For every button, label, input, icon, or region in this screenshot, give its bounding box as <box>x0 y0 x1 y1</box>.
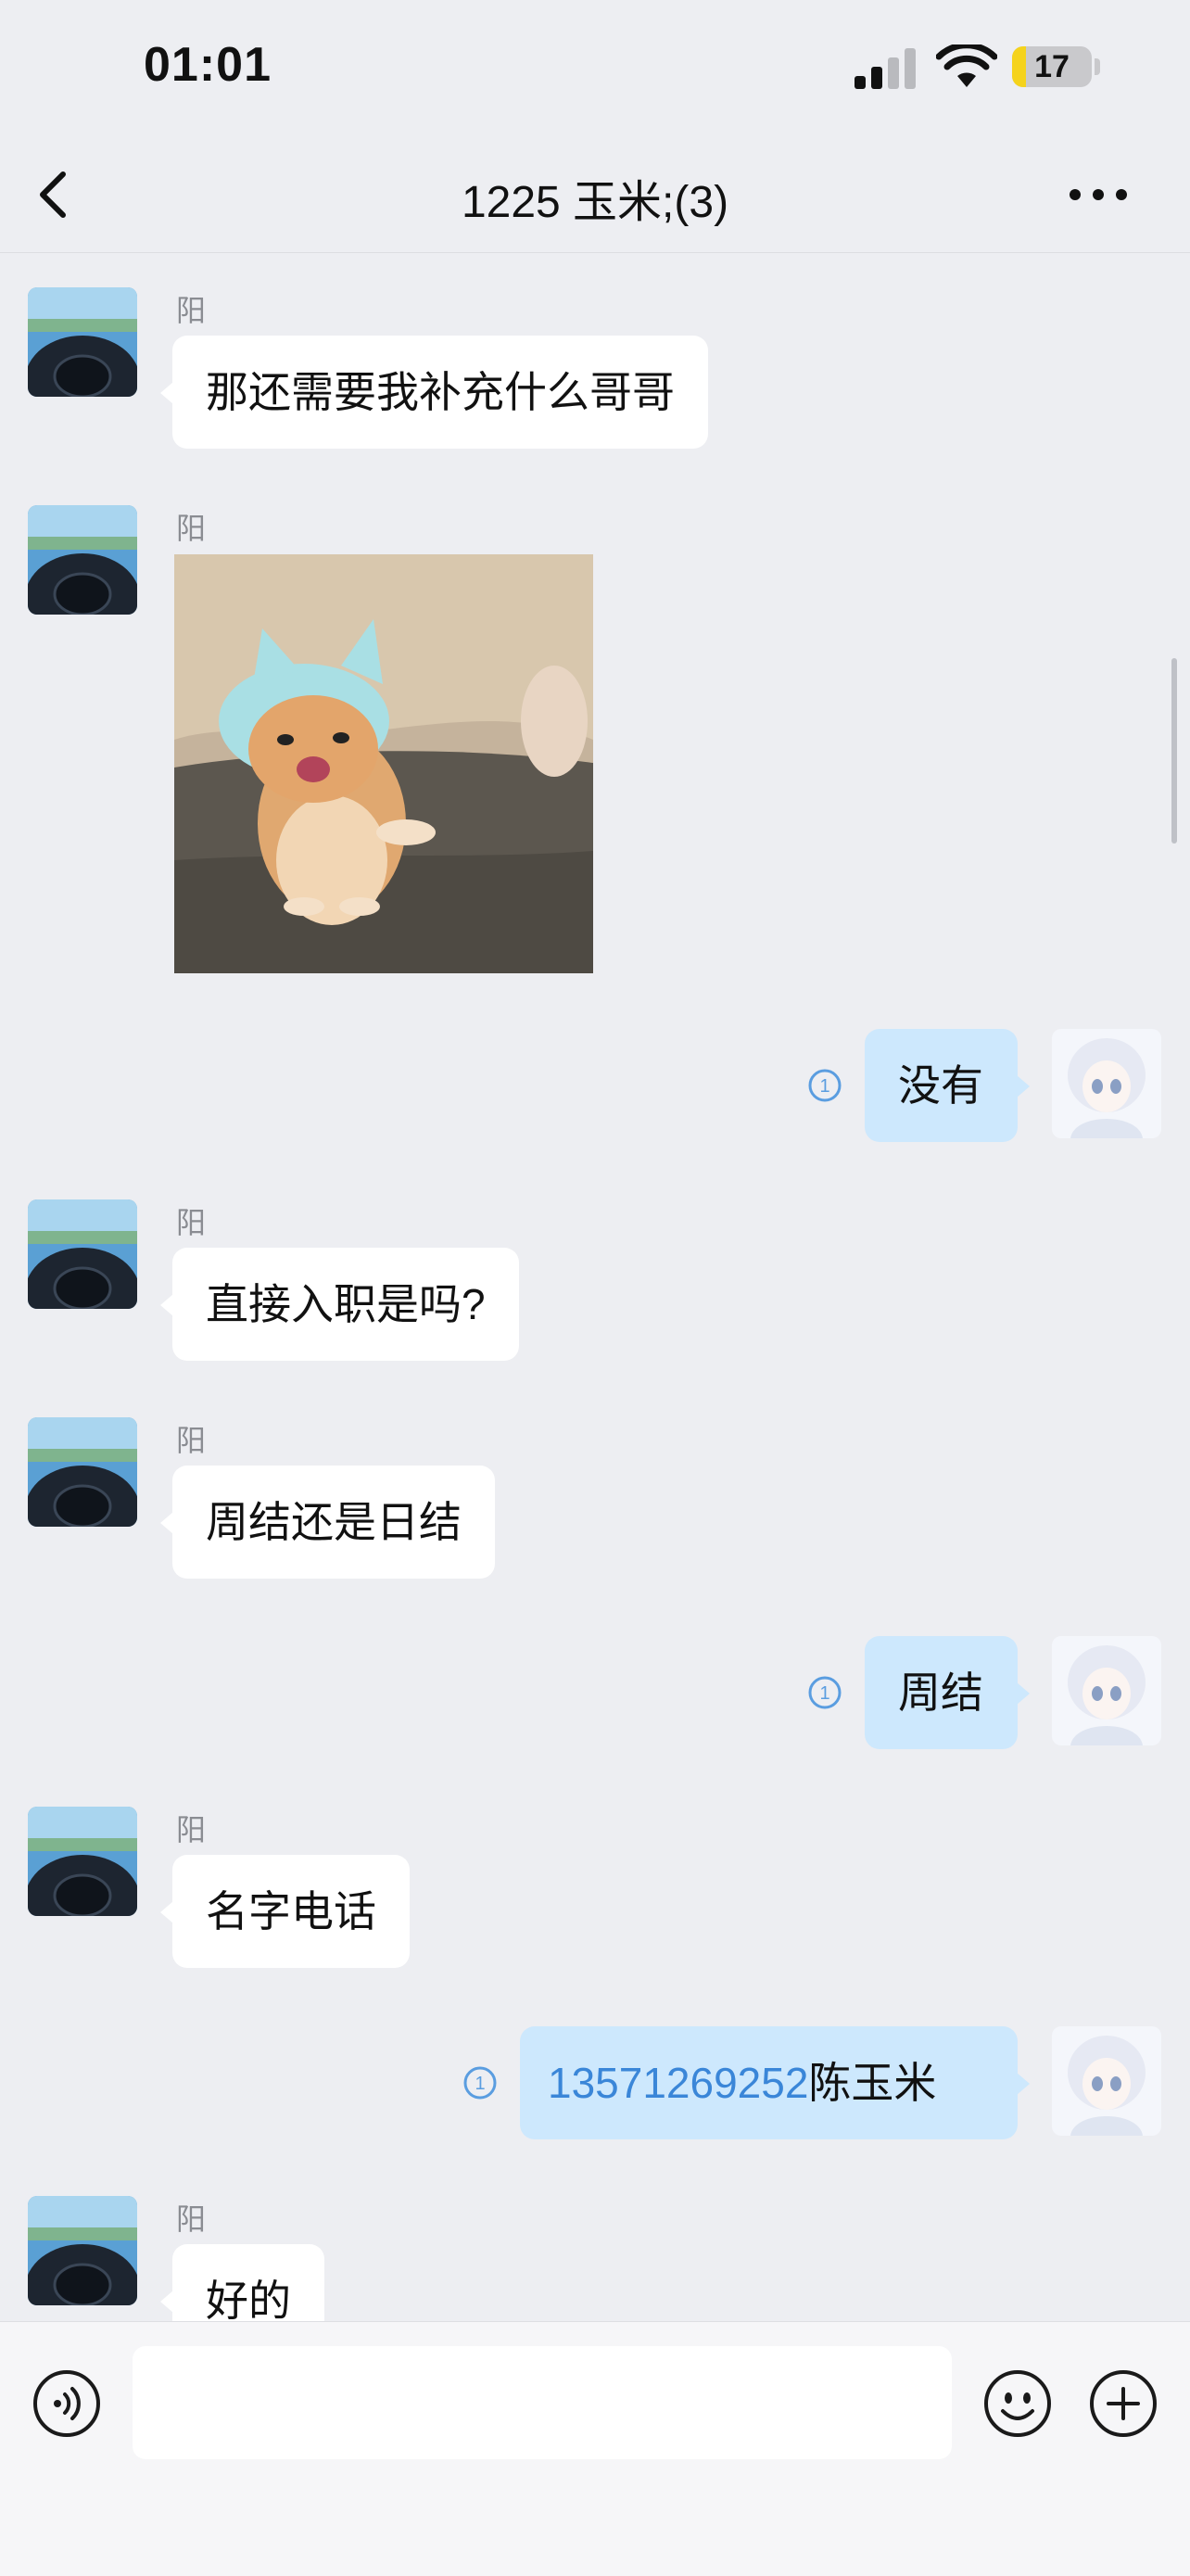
message-bubble[interactable]: 没有 <box>865 1029 1030 1142</box>
sender-name: 阳 <box>176 294 207 327</box>
message-bubble[interactable]: 直接入职是吗? <box>160 1248 519 1361</box>
battery-percent: 17 <box>1034 49 1070 84</box>
message-bubble[interactable]: 周结还是日结 <box>160 1466 495 1579</box>
sender-avatar[interactable] <box>28 1807 137 1916</box>
phone-link[interactable]: 13571269252 <box>548 2059 808 2107</box>
chat-title: 1225 玉米;(3) <box>461 178 729 227</box>
status-bar: 01:01 17 <box>0 0 1190 139</box>
read-count: 1 <box>819 1076 829 1097</box>
message-bubble[interactable]: 那还需要我补充什么哥哥 <box>160 336 708 449</box>
my-avatar[interactable] <box>1052 1636 1161 1745</box>
sender-avatar[interactable] <box>28 1417 137 1527</box>
input-bar <box>0 2321 1190 2576</box>
sender-avatar[interactable] <box>28 1199 137 1309</box>
add-icon[interactable] <box>1088 2368 1158 2439</box>
sender-name: 阳 <box>176 1813 207 1846</box>
read-receipt-icon: 1 <box>808 1069 842 1102</box>
sender-avatar[interactable] <box>28 505 137 615</box>
battery-icon: 17 <box>1012 46 1092 87</box>
message-bubble[interactable]: 好的 <box>160 2244 324 2321</box>
sender-avatar[interactable] <box>28 2196 137 2305</box>
voice-icon[interactable] <box>32 2368 102 2439</box>
chat-area[interactable]: 阳 那还需要我补充什么哥哥 阳 1 没有 阳 直接入职是吗? 阳 周结还是日结 … <box>0 252 1190 2321</box>
my-avatar[interactable] <box>1052 2026 1161 2136</box>
sender-name: 阳 <box>176 1424 207 1457</box>
message-bubble[interactable]: 13571269252陈玉米 <box>520 2026 1030 2139</box>
more-icon[interactable] <box>1066 176 1131 213</box>
sender-avatar[interactable] <box>28 287 137 397</box>
read-count: 1 <box>475 2074 485 2094</box>
sender-name: 阳 <box>176 2202 207 2236</box>
read-receipt-icon: 1 <box>463 2066 497 2100</box>
my-avatar[interactable] <box>1052 1029 1161 1138</box>
battery-tip <box>1095 58 1100 75</box>
message-bubble[interactable]: 周结 <box>865 1636 1030 1749</box>
message-bubble[interactable]: 名字电话 <box>160 1855 410 1968</box>
sender-name: 阳 <box>176 512 207 545</box>
signal-icon <box>855 48 916 89</box>
nav-bar: 1225 玉米;(3) <box>0 139 1190 253</box>
kitten-sticker[interactable] <box>174 554 593 973</box>
message-text: 陈玉米 <box>808 2059 937 2107</box>
emoji-icon[interactable] <box>982 2368 1053 2439</box>
scrollbar[interactable] <box>1171 658 1177 844</box>
sender-name: 阳 <box>176 1206 207 1239</box>
read-receipt-icon: 1 <box>808 1676 842 1709</box>
wifi-icon <box>936 44 997 87</box>
read-count: 1 <box>819 1683 829 1704</box>
message-input[interactable] <box>133 2346 952 2459</box>
status-time: 01:01 <box>144 38 272 92</box>
